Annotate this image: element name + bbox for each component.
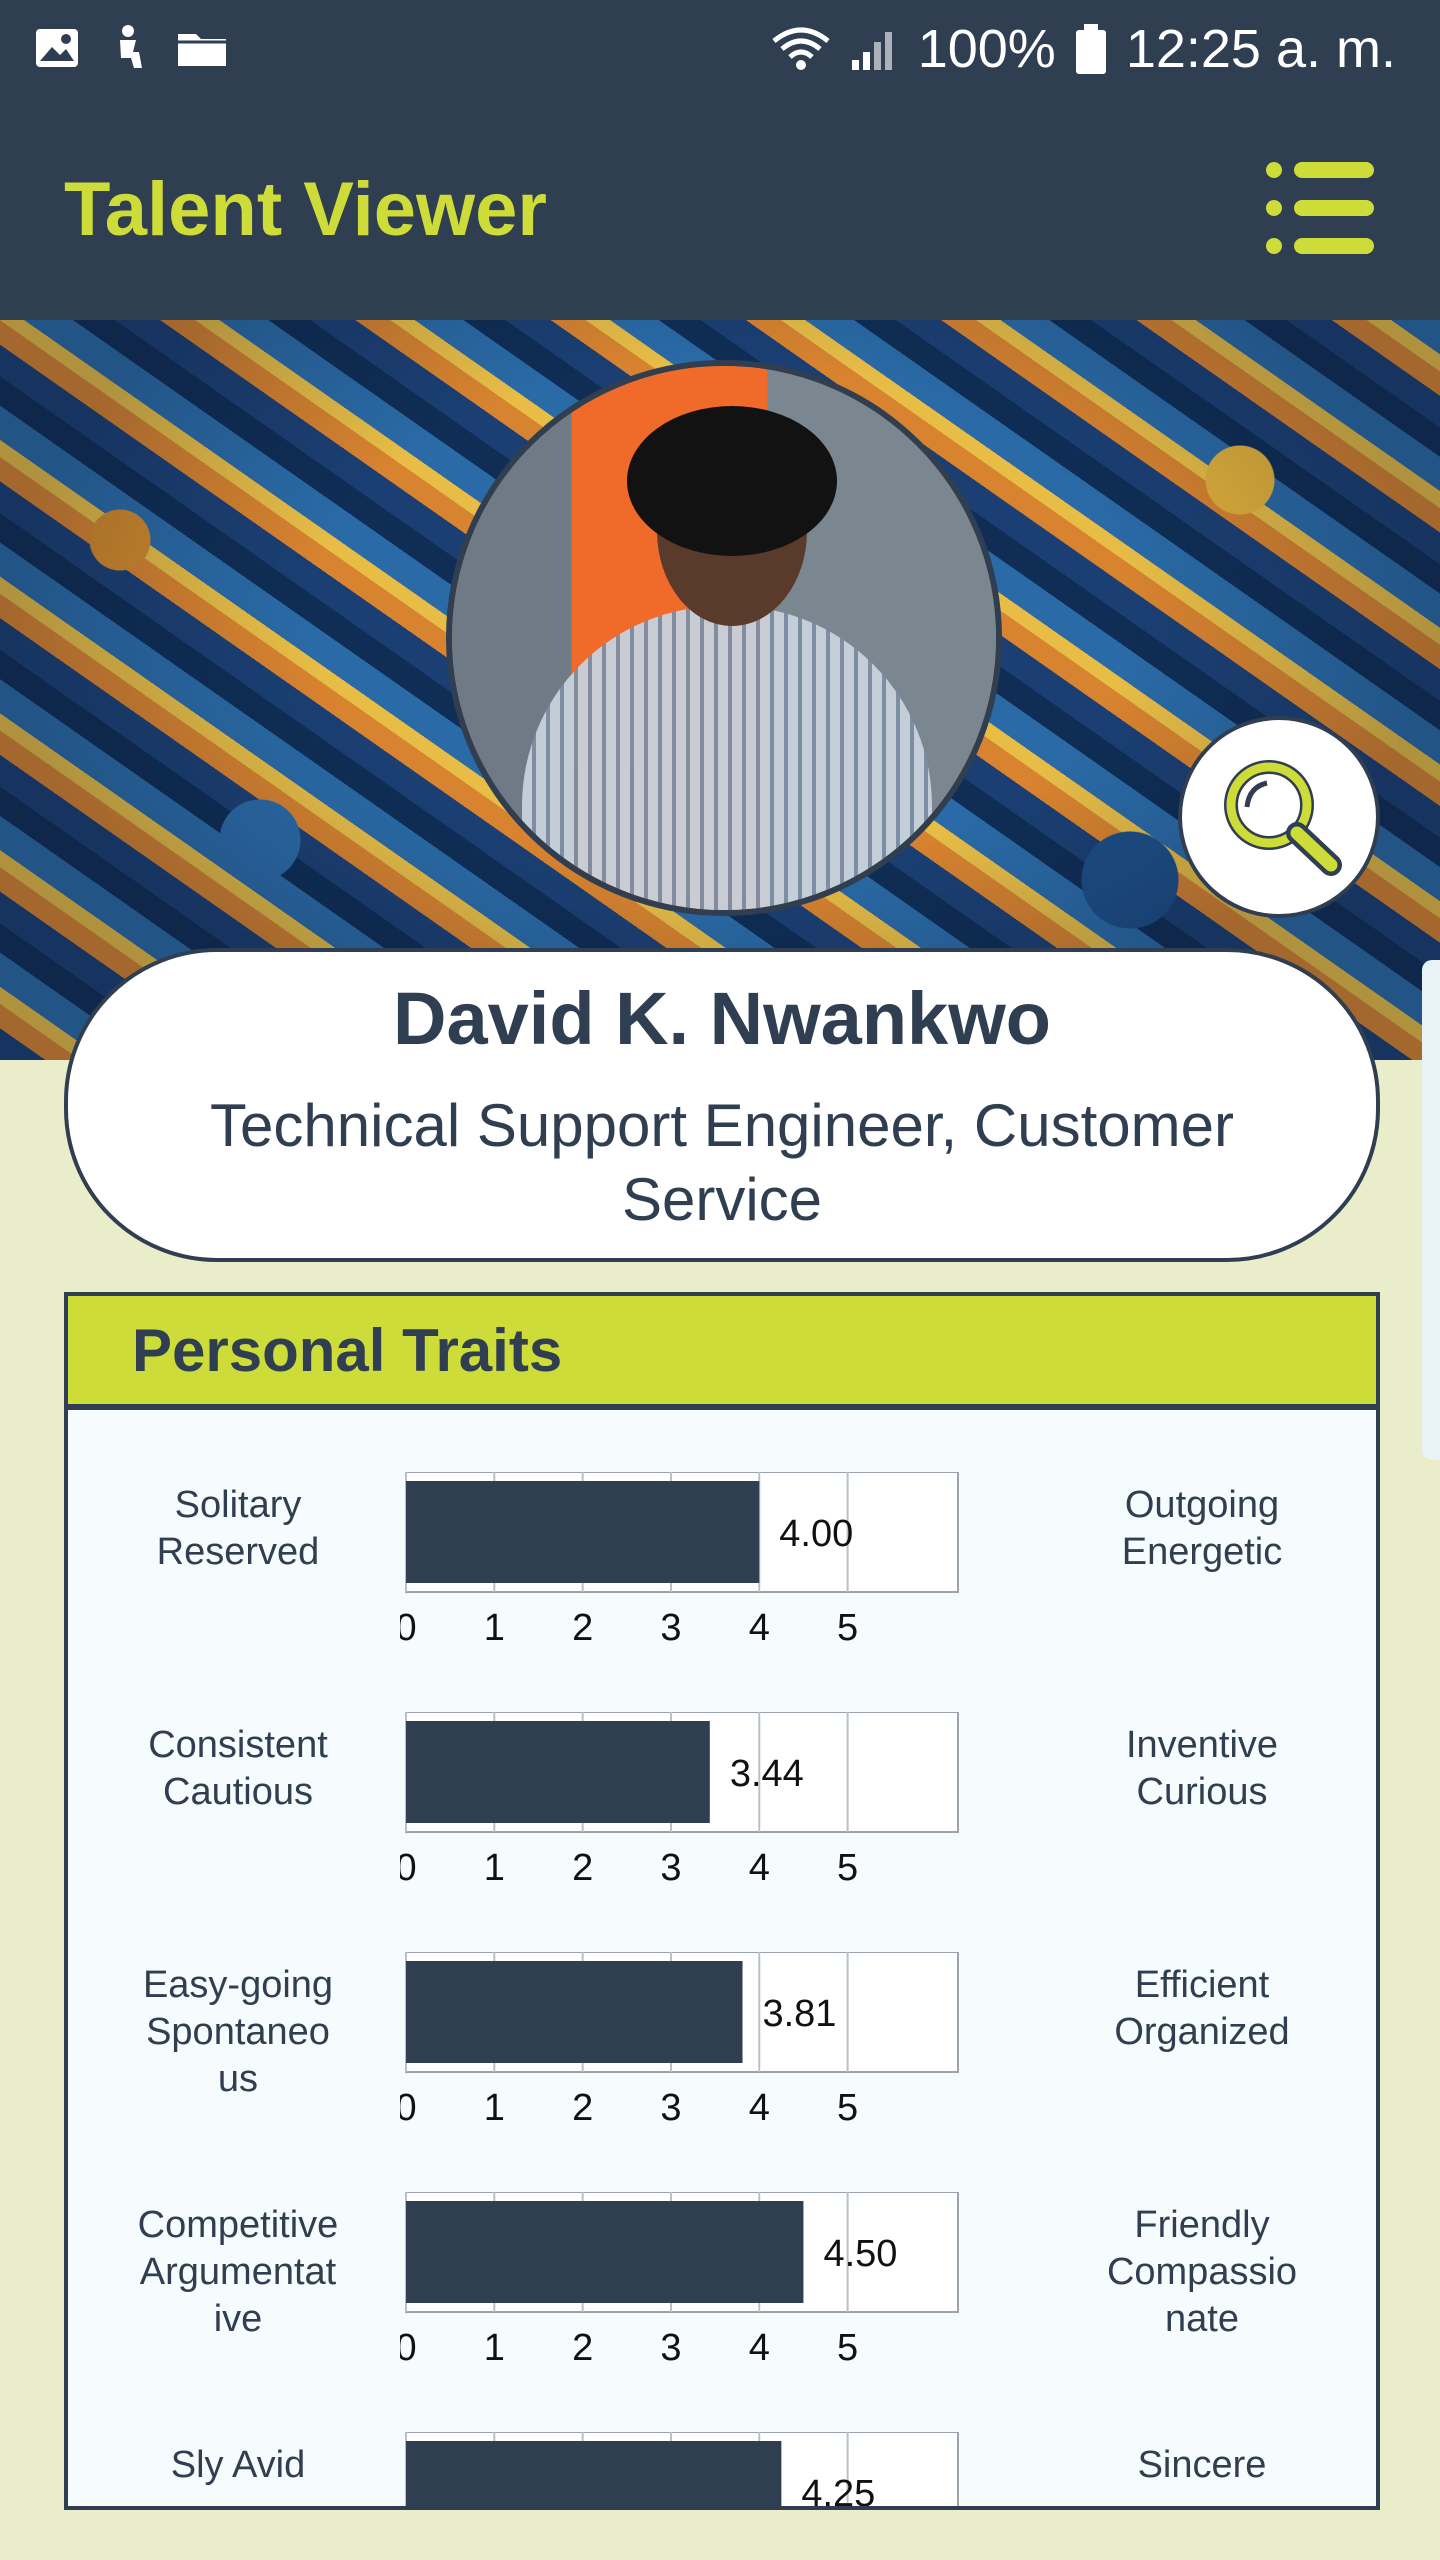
- clock: 12:25 a. m.: [1125, 19, 1396, 79]
- axis-tick-label: 3: [660, 2327, 681, 2369]
- trait-left-label: Sly Avid: [170, 2444, 306, 2486]
- axis-tick-label: 3: [660, 1847, 681, 1889]
- axis-tick-label: 1: [484, 2087, 505, 2129]
- axis-tick-label: 0: [400, 1847, 417, 1889]
- search-icon: [1224, 760, 1342, 876]
- trait-bar-chart: 4.00 0 1 2 3 4 5: [400, 1472, 964, 1654]
- trait-bar-svg: 3.44 0 1 2 3 4 5: [400, 1712, 959, 1889]
- axis-tick-label: 4: [749, 2327, 770, 2369]
- image-icon: [34, 27, 80, 69]
- axis-tick-label: 0: [400, 2327, 417, 2369]
- traits-header: Personal Traits: [68, 1296, 1376, 1410]
- trait-value-label: 3.44: [730, 1753, 804, 1795]
- battery-percent: 100%: [917, 19, 1056, 79]
- axis-tick-label: 4: [749, 1607, 770, 1649]
- trait-bar-svg: 3.81 0 1 2 3 4 5: [400, 1952, 959, 2129]
- candidate-name: David K. Nwankwo: [393, 977, 1051, 1060]
- name-card: David K. Nwankwo Technical Support Engin…: [64, 948, 1380, 1262]
- trait-row: Competitive Argumentat ive Friendly Compassi…: [68, 2192, 1376, 2382]
- trait-row: SolitaryReserved OutgoingEnergetic 4.00 0 1 2…: [68, 1472, 1376, 1662]
- trait-right-label: Efficient Organized: [1114, 1964, 1290, 2053]
- axis-tick-label: 0: [400, 2087, 417, 2129]
- trait-right-label: Inventive Curious: [1125, 1724, 1279, 1813]
- axis-tick-label: 2: [572, 2327, 593, 2369]
- axis-tick-label: 4: [749, 2087, 770, 2129]
- trait-bar-chart: 4.25012345: [400, 2432, 964, 2510]
- trait-bar: [406, 2441, 782, 2506]
- trait-left-label: Solitary Reserved: [156, 1484, 320, 1573]
- trait-value-label: 4.25: [801, 2473, 875, 2510]
- axis-tick-label: 0: [400, 1607, 417, 1649]
- status-system: 100% 12:25 a. m.: [770, 18, 1396, 80]
- signal-icon: [850, 26, 900, 72]
- menu-button[interactable]: [1260, 156, 1380, 260]
- trait-bar: [406, 1481, 760, 1583]
- trait-value-label: 4.50: [823, 2233, 897, 2275]
- status-bar: 100% 12:25 a. m.: [0, 0, 1440, 100]
- axis-tick-label: 4: [749, 1847, 770, 1889]
- app-title: Talent Viewer: [64, 167, 547, 252]
- trait-bar-chart: 4.50 0 1 2 3 4 5: [400, 2192, 964, 2374]
- axis-tick-label: 2: [572, 1847, 593, 1889]
- trait-bar-svg: 4.25012345: [405, 2432, 959, 2510]
- profile-photo[interactable]: [446, 360, 1002, 916]
- trait-bar: [406, 1961, 743, 2063]
- trait-value-label: 4.00: [779, 1513, 853, 1555]
- trait-value-label: 3.81: [762, 1993, 836, 2035]
- accessibility-icon: [106, 24, 150, 72]
- axis-tick-label: 5: [837, 1607, 858, 1649]
- traits-title: Personal Traits: [132, 1317, 563, 1384]
- personal-traits-panel: Personal Traits Solitary Reserved Outgoing…: [64, 1292, 1380, 2510]
- trait-bar-svg: 4.00 0 1 2 3 4 5: [400, 1472, 959, 1649]
- scroll-indicator[interactable]: [1422, 960, 1440, 1460]
- axis-tick-label: 5: [837, 2327, 858, 2369]
- wifi-icon: [770, 25, 832, 73]
- trait-left-label: Competitive Argumentat ive: [137, 2204, 339, 2340]
- trait-right-label: Friendly Compassio nate: [1106, 2204, 1298, 2340]
- status-notifications: [34, 24, 228, 72]
- axis-tick-label: 2: [572, 2087, 593, 2129]
- axis-tick-label: 5: [837, 2087, 858, 2129]
- axis-tick-label: 1: [484, 1847, 505, 1889]
- axis-tick-label: 3: [660, 1607, 681, 1649]
- zoom-button[interactable]: [1178, 716, 1380, 918]
- trait-bar: [406, 2201, 804, 2303]
- trait-bar-svg: 4.50 0 1 2 3 4 5: [400, 2192, 959, 2369]
- trait-row: ConsistentCautious InventiveCurious 3.44 0 1…: [68, 1712, 1376, 1902]
- axis-tick-label: 5: [837, 1847, 858, 1889]
- menu-icon: [1266, 162, 1374, 254]
- app-bar: Talent Viewer: [0, 100, 1440, 320]
- trait-bar-chart: 3.81 0 1 2 3 4 5: [400, 1952, 964, 2134]
- folder-icon: [176, 28, 228, 68]
- trait-bar-chart: 3.44 0 1 2 3 4 5: [400, 1712, 964, 1894]
- axis-tick-label: 1: [484, 2327, 505, 2369]
- axis-tick-label: 2: [572, 1607, 593, 1649]
- trait-row: Sly Avid Sincere 4.25012345: [68, 2432, 1376, 2510]
- trait-left-label: Consistent Cautious: [148, 1724, 328, 1813]
- trait-right-label: Outgoing Energetic: [1121, 1484, 1283, 1573]
- battery-icon: [1074, 22, 1108, 76]
- candidate-role: Technical Support Engineer, Customer Ser…: [210, 1092, 1234, 1233]
- trait-right-label: Sincere: [1137, 2444, 1267, 2486]
- axis-tick-label: 1: [484, 1607, 505, 1649]
- trait-left-label: Easy-going Spontaneo us: [142, 1964, 334, 2100]
- trait-bar: [406, 1721, 710, 1823]
- axis-tick-label: 3: [660, 2087, 681, 2129]
- trait-row: Easy-going Spontaneo us Efficient Organized 3…: [68, 1952, 1376, 2142]
